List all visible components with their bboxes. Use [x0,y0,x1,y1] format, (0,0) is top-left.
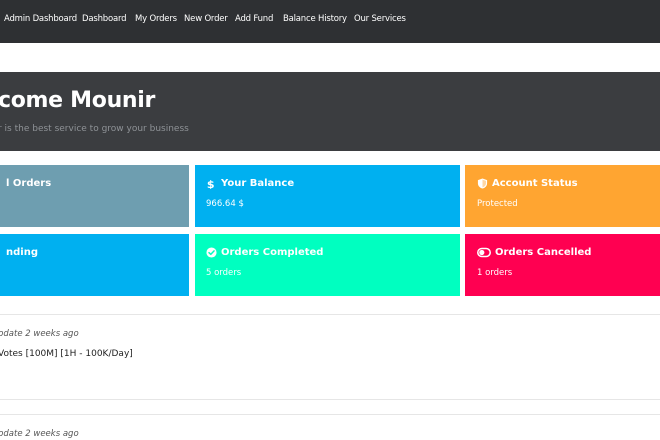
account-status-card[interactable]: Account Status Protected [465,165,660,227]
card-title: $ Your Balance [206,178,294,189]
total-orders-card[interactable]: l Orders [0,165,189,227]
nav-dashboard[interactable]: Dashboard [82,14,127,24]
nav-admin-dashboard[interactable]: Admin Dashboard [4,14,77,24]
svg-text:$: $ [207,178,215,189]
dollar-icon: $ [207,178,215,189]
welcome-title: come Mounir [0,88,156,113]
card-value: Protected [477,199,518,209]
welcome-subtitle: r is the best service to grow your busin… [0,124,189,134]
nav-our-services[interactable]: Our Services [354,14,406,24]
nav-balance-history[interactable]: Balance History [283,14,347,24]
shield-icon [477,178,488,189]
update-timestamp: pdate 2 weeks ago [0,429,79,439]
pending-orders-card[interactable]: nding [0,234,189,296]
divider [0,399,660,400]
card-title-text: Account Status [492,178,578,189]
orders-completed-card[interactable]: Orders Completed 5 orders [195,234,460,296]
card-title-text: l Orders [6,178,52,189]
card-title-text: Orders Completed [221,247,324,258]
card-title: Orders Completed [206,247,323,258]
card-value: 5 orders [206,268,242,278]
divider [0,314,660,315]
divider [0,414,660,415]
card-title-text: nding [6,247,38,258]
top-navbar: Admin Dashboard Dashboard My Orders New … [0,0,660,43]
card-value: 966.64 $ [206,199,244,209]
balance-card[interactable]: $ Your Balance 966.64 $ [195,165,460,227]
nav-my-orders[interactable]: My Orders [135,14,177,24]
nav-new-order[interactable]: New Order [184,14,228,24]
card-value: 1 orders [477,268,513,278]
toggle-icon [477,247,491,258]
card-title-text: Your Balance [221,178,295,189]
card-title-text: Orders Cancelled [495,247,592,258]
update-timestamp: pdate 2 weeks ago [0,329,79,339]
card-title: l Orders [6,178,51,189]
card-title: Orders Cancelled [477,247,591,258]
nav-add-fund[interactable]: Add Fund [235,14,273,24]
card-title: nding [6,247,38,258]
check-circle-icon [206,247,217,258]
update-description: Votes [100M] [1H - 100K/Day] [0,349,133,359]
orders-cancelled-card[interactable]: Orders Cancelled 1 orders [465,234,660,296]
card-title: Account Status [477,178,578,189]
